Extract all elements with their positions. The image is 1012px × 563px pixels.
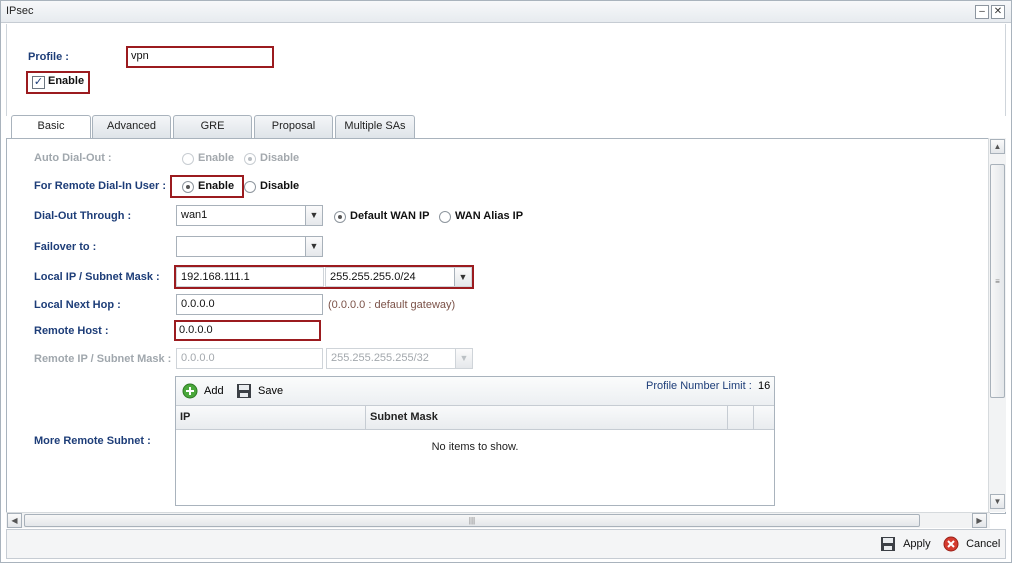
chevron-down-icon[interactable]: ▼	[454, 268, 471, 286]
add-button[interactable]: Add	[204, 385, 224, 397]
vertical-scrollbar[interactable]: ▲ ≡ ▼	[988, 138, 1006, 512]
cancel-icon	[943, 536, 959, 552]
chevron-down-icon[interactable]: ▼	[455, 349, 472, 368]
remote-subnet-select[interactable]: 255.255.255.255/32 ▼	[326, 348, 473, 369]
grid-header: IP Subnet Mask	[176, 406, 774, 430]
local-ip-label: Local IP / Subnet Mask :	[34, 271, 160, 283]
window-title: IPsec	[6, 5, 34, 17]
profile-enable-label: Enable	[48, 75, 85, 87]
local-next-hop-input[interactable]: 0.0.0.0	[176, 294, 323, 315]
column-header-ip[interactable]: IP	[176, 406, 366, 429]
scroll-down-icon[interactable]: ▼	[990, 494, 1005, 509]
scroll-up-icon[interactable]: ▲	[990, 139, 1005, 154]
grid-toolbar: Add Save Profile Number Limit : 16	[176, 377, 774, 406]
remote-subnet-grid: Add Save Profile Number Limit : 16 IP Su…	[175, 376, 775, 506]
save-button[interactable]: Save	[258, 385, 283, 397]
horizontal-scroll-thumb[interactable]: |||	[24, 514, 920, 527]
chevron-down-icon[interactable]: ▼	[305, 206, 322, 225]
scroll-left-icon[interactable]: ◀	[7, 513, 22, 528]
profile-enable-checkbox[interactable]: ✓	[32, 76, 45, 89]
local-subnet-select[interactable]: 255.255.255.0/24 ▼	[325, 267, 472, 287]
profile-limit-label: Profile Number Limit :	[646, 380, 752, 392]
apply-button[interactable]: Apply	[880, 535, 931, 555]
save-icon[interactable]	[236, 383, 252, 399]
tab-proposal[interactable]: Proposal	[254, 115, 333, 138]
remote-ip-label: Remote IP / Subnet Mask :	[34, 353, 172, 365]
remote-ip-input[interactable]: 0.0.0.0	[176, 348, 323, 369]
local-next-hop-label: Local Next Hop :	[34, 299, 121, 311]
remote-dial-in-enable-label: Enable	[198, 180, 235, 192]
auto-dial-out-disable-radio[interactable]	[244, 153, 256, 165]
tab-multiple-sas[interactable]: Multiple SAs	[335, 115, 415, 138]
profile-label: Profile :	[28, 51, 69, 63]
remote-host-input[interactable]: 0.0.0.0	[176, 322, 319, 339]
remote-dial-in-disable-radio[interactable]	[244, 181, 256, 193]
auto-dial-out-label: Auto Dial-Out :	[34, 152, 112, 164]
dial-out-through-label: Dial-Out Through :	[34, 210, 132, 222]
local-subnet-value: 255.255.255.0/24	[330, 271, 416, 283]
close-button[interactable]: ✕	[991, 5, 1005, 19]
profile-limit-value: 16	[758, 380, 771, 392]
tab-basic[interactable]: Basic	[11, 115, 91, 139]
column-header-subnet-mask[interactable]: Subnet Mask	[366, 406, 728, 429]
auto-dial-out-disable-label: Disable	[260, 152, 300, 164]
profile-section	[6, 24, 1006, 116]
auto-dial-out-enable-label: Enable	[198, 152, 235, 164]
local-ip-input[interactable]: 192.168.111.1	[176, 267, 324, 287]
default-wan-ip-radio[interactable]	[334, 211, 346, 223]
tab-advanced[interactable]: Advanced	[92, 115, 171, 138]
add-icon[interactable]	[182, 383, 198, 399]
cancel-button[interactable]: Cancel	[943, 535, 1000, 555]
wan-alias-ip-radio[interactable]	[439, 211, 451, 223]
auto-dial-out-enable-radio[interactable]	[182, 153, 194, 165]
local-next-hop-hint: (0.0.0.0 : default gateway)	[328, 299, 456, 311]
apply-label: Apply	[903, 538, 931, 550]
failover-label: Failover to :	[34, 241, 97, 253]
remote-dial-in-label: For Remote Dial-In User :	[34, 180, 167, 192]
more-remote-subnet-label: More Remote Subnet :	[34, 435, 151, 447]
remote-dial-in-enable-radio[interactable]	[182, 181, 194, 193]
scroll-right-icon[interactable]: ▶	[972, 513, 987, 528]
tab-gre[interactable]: GRE	[173, 115, 252, 138]
title-bar: IPsec – ✕	[1, 1, 1011, 23]
dial-out-through-select[interactable]: wan1 ▼	[176, 205, 323, 226]
profile-name-input[interactable]: vpn	[128, 48, 272, 66]
remote-host-label: Remote Host :	[34, 325, 109, 337]
save-icon	[881, 537, 895, 552]
wan-alias-ip-label: WAN Alias IP	[455, 210, 524, 222]
cancel-label: Cancel	[966, 538, 1001, 550]
default-wan-ip-label: Default WAN IP	[350, 210, 430, 222]
dialog-footer: Apply Cancel	[6, 529, 1006, 559]
chevron-down-icon[interactable]: ▼	[305, 237, 322, 256]
dial-out-through-value: wan1	[181, 209, 208, 221]
horizontal-scrollbar[interactable]: ◀ ||| ▶	[6, 512, 990, 528]
empty-grid-text: No items to show.	[431, 441, 519, 453]
vertical-scroll-thumb[interactable]: ≡	[990, 164, 1005, 398]
column-header-blank	[728, 406, 754, 429]
remote-subnet-value: 255.255.255.255/32	[331, 352, 429, 364]
minimize-button[interactable]: –	[975, 5, 989, 19]
ipsec-dialog: IPsec – ✕ Profile : vpn ✓ Enable Basic A…	[0, 0, 1012, 563]
failover-select[interactable]: ▼	[176, 236, 323, 257]
remote-dial-in-disable-label: Disable	[260, 180, 300, 192]
